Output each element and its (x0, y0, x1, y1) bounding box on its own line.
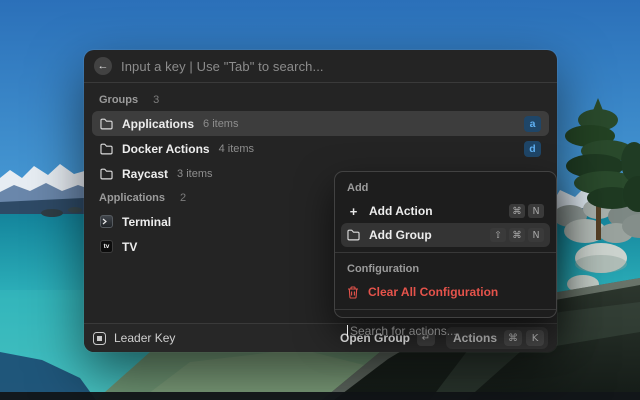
folder-icon (100, 168, 113, 180)
section-count: 3 (153, 94, 159, 106)
text-caret (347, 325, 348, 337)
menu-item-clear-all-configuration[interactable]: Clear All Configuration (341, 280, 550, 304)
app-name: Leader Key (114, 331, 175, 345)
popover-section-add: Add (341, 177, 550, 199)
terminal-icon (100, 215, 113, 228)
command-key-icon: ⌘ (509, 228, 525, 242)
n-key-icon: N (528, 204, 544, 218)
popover-search-input[interactable]: Search for actions... (341, 315, 550, 341)
shortcut-keys: ⇧ ⌘ N (490, 228, 544, 242)
leader-key-app-icon (93, 332, 106, 345)
popover-section-configuration: Configuration (341, 258, 550, 280)
terminal-app-icon (100, 215, 113, 228)
list-item-docker-actions[interactable]: Docker Actions 4 items d (92, 136, 549, 161)
list-item-applications[interactable]: Applications 6 items a (92, 111, 549, 136)
key-badge: a (524, 116, 541, 132)
folder-icon (100, 168, 113, 180)
actions-popover: Add + Add Action ⌘ N Add Group ⇧ ⌘ N Con… (334, 171, 557, 318)
terminal-prompt-icon (102, 218, 111, 226)
item-label: Raycast (122, 167, 168, 181)
item-meta: 3 items (177, 168, 212, 180)
search-bar[interactable]: ← Input a key | Use "Tab" to search... (84, 50, 557, 83)
command-key-icon: ⌘ (509, 204, 525, 218)
menu-item-add-action[interactable]: + Add Action ⌘ N (341, 199, 550, 223)
item-label: Terminal (122, 215, 171, 229)
menu-item-label: Add Action (369, 204, 433, 218)
section-title: Groups (99, 94, 138, 106)
menu-item-add-group[interactable]: Add Group ⇧ ⌘ N (341, 223, 550, 247)
folder-icon (100, 143, 113, 155)
popover-search-placeholder: Search for actions... (350, 324, 457, 338)
tv-icon: tv (100, 240, 113, 253)
divider (335, 309, 556, 310)
folder-icon (100, 118, 113, 130)
trash-icon (347, 286, 359, 299)
divider (335, 252, 556, 253)
shortcut-keys: ⌘ N (509, 204, 544, 218)
item-meta: 4 items (219, 143, 254, 155)
item-label: Docker Actions (122, 142, 210, 156)
menu-item-label: Add Group (369, 228, 432, 242)
section-count: 2 (180, 192, 186, 204)
arrow-left-icon: ← (98, 60, 109, 72)
key-badge: d (524, 141, 541, 157)
menu-item-label: Clear All Configuration (368, 285, 498, 299)
item-label: Applications (122, 117, 194, 131)
section-title: Applications (99, 192, 165, 204)
folder-icon (347, 229, 360, 241)
shift-key-icon: ⇧ (490, 228, 506, 242)
item-label: TV (122, 240, 137, 254)
back-button[interactable]: ← (94, 57, 112, 75)
folder-icon (100, 118, 113, 130)
trash-icon (347, 286, 359, 299)
tv-app-icon: tv (100, 240, 113, 253)
section-groups: Groups 3 (92, 88, 549, 111)
plus-icon: + (347, 204, 360, 219)
n-key-icon: N (528, 228, 544, 242)
item-meta: 6 items (203, 118, 238, 130)
folder-icon (347, 229, 360, 241)
search-input[interactable]: Input a key | Use "Tab" to search... (121, 59, 324, 74)
folder-icon (100, 143, 113, 155)
